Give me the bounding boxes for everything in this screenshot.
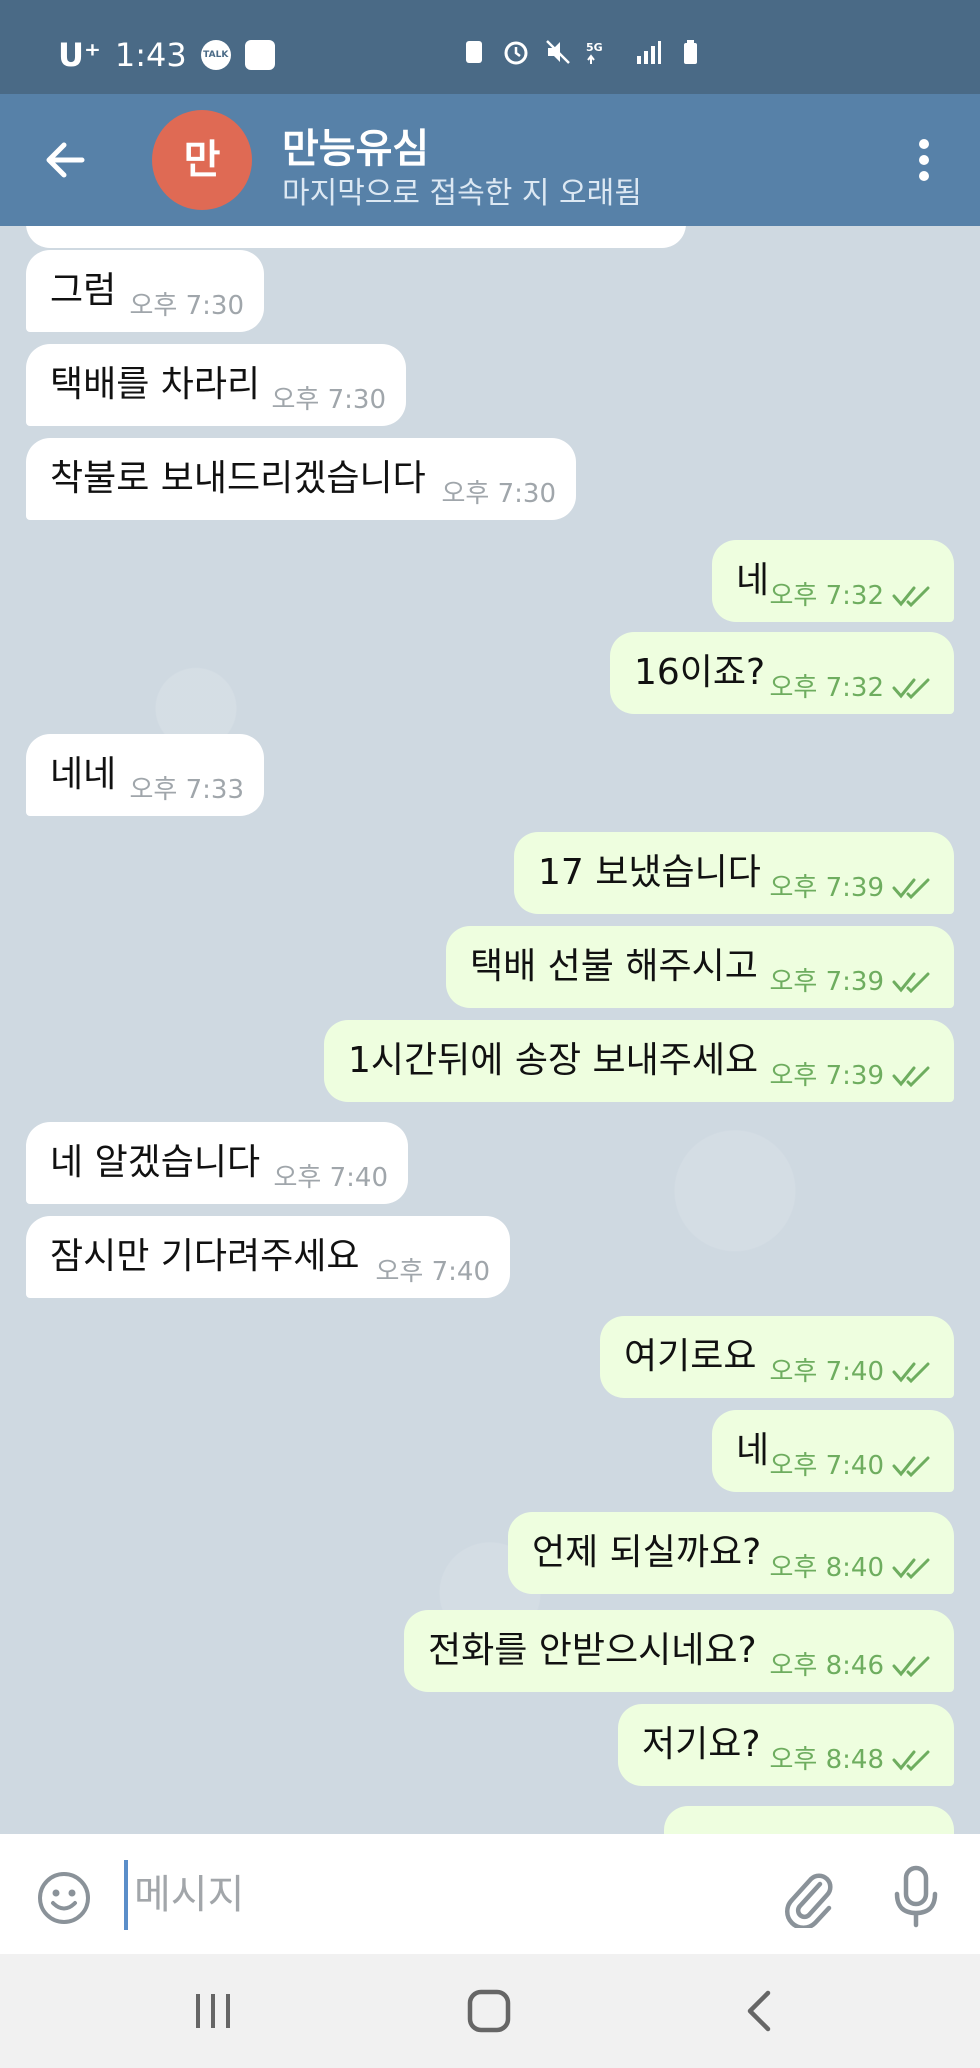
message-bubble-outgoing[interactable]: 전화를 안받으시네요? 오후 8:46: [404, 1610, 954, 1692]
message-time: 오후 7:40: [375, 1257, 491, 1287]
battery-icon: [676, 38, 704, 66]
home-icon: [467, 1989, 511, 2033]
status-icons: 5G: [460, 38, 704, 66]
message-list[interactable]: 그럼 오후 7:30 택배를 차라리 오후 7:30 착불로 보내드리겠습니다 …: [0, 226, 980, 1834]
microphone-icon: [894, 1865, 938, 1928]
message-text: 네: [736, 1430, 770, 1471]
svg-text:5G: 5G: [586, 41, 603, 54]
voice-record-button[interactable]: [888, 1864, 944, 1930]
contact-name[interactable]: 만능유심: [282, 116, 429, 174]
alarm-icon: [502, 38, 530, 66]
double-check-icon: [892, 586, 930, 608]
message-text: 택배 선불 해주시고: [470, 946, 758, 987]
message-bubble-incoming[interactable]: 택배를 차라리 오후 7:30: [26, 344, 406, 426]
avatar[interactable]: 만: [152, 110, 252, 210]
message-bubble-outgoing[interactable]: 네 오후 7:40: [712, 1410, 954, 1492]
recent-apps-icon: [196, 1994, 230, 2028]
message-text: 16이죠?: [634, 652, 766, 693]
double-check-icon: [892, 878, 930, 900]
message-bubble-incoming[interactable]: 잠시만 기다려주세요 오후 7:40: [26, 1216, 510, 1298]
message-bubble-outgoing[interactable]: 16이죠? 오후 7:32: [610, 632, 954, 714]
message-time: 오후 8:48: [769, 1745, 885, 1775]
message-time: 오후 8:46: [769, 1651, 885, 1681]
double-check-icon: [892, 1362, 930, 1384]
chevron-left-icon: [747, 1990, 771, 2032]
message-time: 오후 7:40: [769, 1357, 885, 1387]
double-check-icon: [892, 1456, 930, 1478]
message-time: 오후 7:40: [769, 1451, 885, 1481]
message-text: 언제 되실까요?: [532, 1532, 762, 1573]
message-time: 오후 7:39: [769, 967, 885, 997]
message-bubble-incoming[interactable]: 네 알겠습니다 오후 7:40: [26, 1122, 408, 1204]
message-time: 오후 7:40: [273, 1163, 389, 1193]
message-time: 오후 7:30: [271, 385, 387, 415]
home-button[interactable]: [464, 1986, 514, 2036]
message-text: 1시간뒤에 송장 보내주세요: [348, 1040, 759, 1081]
double-check-icon: [892, 1750, 930, 1772]
message-text: 택배를 차라리: [50, 364, 261, 405]
message-bubble-outgoing[interactable]: 여기로요 오후 7:40: [600, 1316, 954, 1398]
emoji-button[interactable]: [36, 1870, 92, 1926]
chat-header: 만 만능유심 마지막으로 접속한 지 오래됨: [0, 94, 980, 226]
message-time: 오후 7:32: [769, 581, 885, 611]
message-input[interactable]: [124, 1860, 744, 1930]
message-time: 오후 7:30: [441, 479, 557, 509]
status-bar: U⁺ 1:43 TALK 5G: [0, 0, 980, 94]
message-time: 오후 7:33: [129, 775, 245, 805]
composer-bar: [0, 1834, 980, 1954]
message-bubble-partial[interactable]: [664, 1806, 954, 1834]
message-text: 착불로 보내드리겠습니다: [50, 458, 426, 499]
double-check-icon: [892, 678, 930, 700]
message-time: 오후 7:32: [769, 673, 885, 703]
mute-icon: [544, 38, 572, 66]
message-bubble-incoming[interactable]: 착불로 보내드리겠습니다 오후 7:30: [26, 438, 576, 520]
message-text: 네네: [50, 754, 117, 795]
back-button[interactable]: [38, 132, 94, 188]
carrier-label: U⁺: [58, 36, 101, 74]
kakaotalk-icon: TALK: [200, 40, 231, 70]
message-time: 오후 8:40: [769, 1553, 885, 1583]
arrow-left-icon: [46, 142, 85, 178]
attach-button[interactable]: [780, 1868, 836, 1931]
paperclip-icon: [784, 1873, 833, 1931]
message-bubble-outgoing[interactable]: 네 오후 7:32: [712, 540, 954, 622]
message-bubble-outgoing[interactable]: 1시간뒤에 송장 보내주세요 오후 7:39: [324, 1020, 954, 1102]
message-bubble-outgoing[interactable]: 저기요? 오후 8:48: [618, 1704, 954, 1786]
status-left: U⁺ 1:43 TALK: [58, 36, 275, 74]
message-time: 오후 7:30: [129, 291, 245, 321]
message-bubble-outgoing[interactable]: 17 보냈습니다 오후 7:39: [514, 832, 954, 914]
message-text: 잠시만 기다려주세요: [50, 1236, 360, 1277]
message-text: 네: [736, 560, 770, 601]
battery-saver-icon: [460, 38, 488, 66]
notification-icon: [244, 40, 275, 70]
clock: 1:43: [114, 36, 187, 74]
message-text: 네 알겠습니다: [50, 1142, 261, 1183]
message-time: 오후 7:39: [769, 873, 885, 903]
message-bubble-partial[interactable]: [26, 226, 686, 248]
network-icon: 5G: [586, 38, 620, 66]
message-time: 오후 7:39: [769, 1061, 885, 1091]
contact-last-seen: 마지막으로 접속한 지 오래됨: [282, 176, 642, 211]
double-check-icon: [892, 1656, 930, 1678]
message-text: 17 보냈습니다: [538, 852, 761, 893]
more-vertical-icon: [919, 139, 929, 181]
message-text: 여기로요: [624, 1336, 757, 1377]
system-back-button[interactable]: [740, 1986, 780, 2036]
message-text: 저기요?: [642, 1724, 761, 1765]
message-bubble-outgoing[interactable]: 언제 되실까요? 오후 8:40: [508, 1512, 954, 1594]
message-text: 그럼: [50, 270, 117, 311]
double-check-icon: [892, 1558, 930, 1580]
message-bubble-outgoing[interactable]: 택배 선불 해주시고 오후 7:39: [446, 926, 954, 1008]
message-text: 전화를 안받으시네요?: [428, 1630, 757, 1671]
more-menu-button[interactable]: [900, 132, 948, 188]
smile-icon: [38, 1872, 90, 1924]
message-bubble-incoming[interactable]: 그럼 오후 7:30: [26, 250, 264, 332]
double-check-icon: [892, 972, 930, 994]
signal-icon: [634, 38, 662, 66]
system-nav-bar: [0, 1954, 980, 2068]
double-check-icon: [892, 1066, 930, 1088]
message-bubble-incoming[interactable]: 네네 오후 7:33: [26, 734, 264, 816]
recent-apps-button[interactable]: [190, 1988, 236, 2034]
